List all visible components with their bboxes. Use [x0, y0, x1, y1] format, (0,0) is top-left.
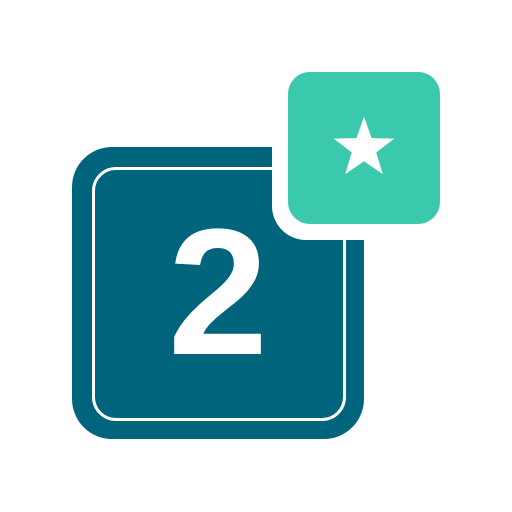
app-icon: 2 — [0, 0, 512, 512]
star-icon — [333, 116, 395, 175]
